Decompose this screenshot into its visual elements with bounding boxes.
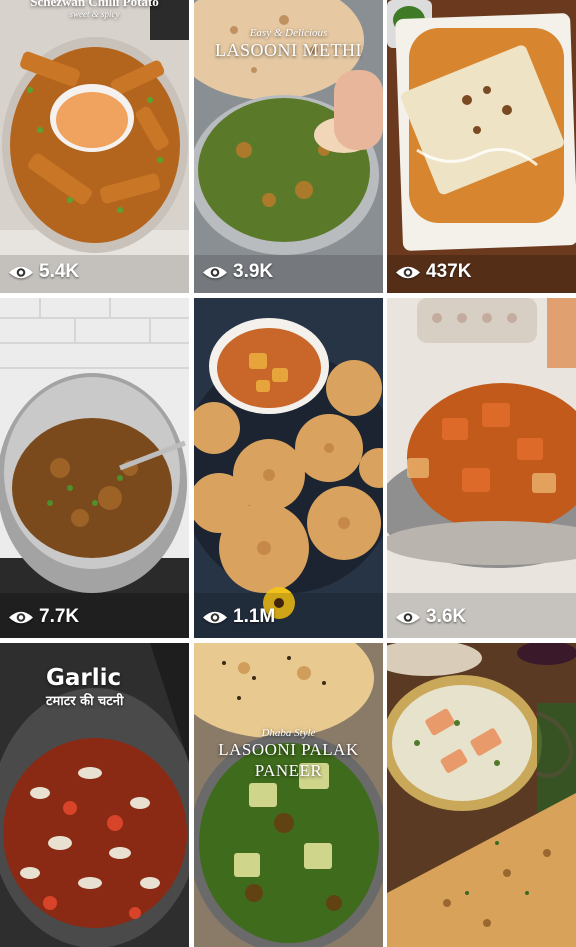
view-count-label: 5.4K [39, 261, 80, 282]
reel-title-line1: LASOONI PALAK [218, 740, 359, 759]
food-image [387, 643, 576, 947]
eye-icon [9, 611, 33, 623]
view-count: 7.7K [8, 606, 79, 628]
eye-icon [203, 611, 227, 623]
view-count: 1.1M [202, 606, 275, 628]
reel-tile-garlic-tomato-chutney[interactable]: Garlic टमाटर की चटनी [0, 643, 189, 947]
view-count: 437K [395, 261, 471, 283]
reel-subtitle: टमाटर की चटनी [46, 694, 124, 709]
reel-title-line2: PANEER [254, 761, 323, 780]
reel-title: LASOONI METHI [215, 40, 362, 60]
eye-icon [396, 266, 420, 278]
reel-tile-schezwan-chilli-potato[interactable]: Schezwan Chilli Potato sweet & spicy 5.4… [0, 0, 189, 293]
eye-icon [396, 611, 420, 623]
view-count: 5.4K [8, 261, 79, 283]
reel-tile-puri-aloo[interactable]: 1.1M [194, 298, 383, 638]
food-image [194, 298, 383, 638]
reel-tile-paneer-gravy[interactable]: 437K [387, 0, 576, 293]
reels-grid: Schezwan Chilli Potato sweet & spicy 5.4… [0, 0, 576, 947]
food-image [0, 0, 189, 293]
reel-tagline: Dhaba Style [261, 727, 316, 739]
eye-icon [203, 266, 227, 278]
reel-tile-curry-pot[interactable]: 7.7K [0, 298, 189, 638]
reel-tile-chilli-paneer[interactable]: 3.6K [387, 298, 576, 638]
view-count-label: 7.7K [39, 606, 80, 627]
food-image [194, 643, 383, 947]
view-count-label: 3.6K [426, 606, 467, 627]
reel-tile-lasooni-methi[interactable]: Easy & Delicious LASOONI METHI 3.9K [194, 0, 383, 293]
view-count-label: 437K [426, 261, 472, 282]
food-image [387, 0, 576, 293]
reel-tile-lasooni-palak-paneer[interactable]: Dhaba Style LASOONI PALAK PANEER [194, 643, 383, 947]
view-count: 3.6K [395, 606, 466, 628]
reel-subtitle: sweet & spicy [69, 9, 120, 19]
view-count-label: 1.1M [233, 606, 276, 627]
food-image [387, 298, 576, 638]
food-image [0, 298, 189, 638]
view-count: 3.9K [202, 261, 273, 283]
reel-tagline: Easy & Delicious [249, 27, 328, 39]
view-count-label: 3.9K [233, 261, 274, 282]
reel-tile-naan-curry[interactable] [387, 643, 576, 947]
reel-title: Garlic [46, 665, 122, 691]
eye-icon [9, 266, 33, 278]
